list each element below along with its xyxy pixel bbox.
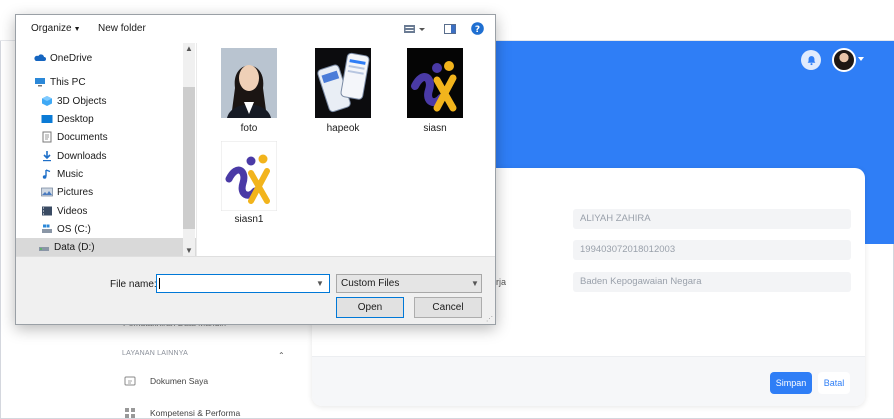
file-open-dialog: Organize ▼ New folder ? OneDrive This PC …	[15, 14, 496, 325]
user-avatar[interactable]	[832, 48, 856, 72]
file-type-chevron-icon[interactable]: ▼	[471, 279, 479, 288]
nav-label: Videos	[57, 205, 88, 217]
scroll-down-icon[interactable]: ▼	[185, 246, 193, 255]
nav-item-os-c[interactable]: OS (C:)	[16, 220, 196, 238]
file-name-label: foto	[240, 123, 258, 134]
sidebar-item-dokumen[interactable]: Dokumen Saya	[124, 375, 208, 387]
section-collapse-icon[interactable]: ⌃	[278, 351, 285, 360]
file-name-input[interactable]	[156, 274, 330, 293]
preview-pane-icon[interactable]	[444, 24, 456, 34]
unit-field-label: rja	[496, 277, 507, 287]
siasn-logo-thumbnail	[407, 48, 463, 118]
resize-grip-icon[interactable]: ⋰	[486, 315, 493, 323]
nav-label: Desktop	[57, 113, 94, 125]
nav-item-pictures[interactable]: Pictures	[16, 183, 196, 201]
siasn-logo-thumbnail	[221, 141, 277, 211]
open-button[interactable]: Open	[336, 297, 404, 318]
file-list-pane: foto hapeok siasn siasn1	[196, 43, 495, 256]
documents-icon	[42, 131, 52, 143]
folder-document-icon	[124, 376, 136, 386]
nav-item-3d-objects[interactable]: 3D Objects	[16, 92, 196, 110]
nav-item-data-d[interactable]: Data (D:)	[16, 238, 196, 256]
desktop-icon	[41, 115, 53, 123]
text-cursor	[159, 278, 160, 289]
file-name-label: hapeok	[326, 123, 360, 134]
notification-bell-icon[interactable]	[801, 50, 821, 70]
file-name-dropdown-icon[interactable]: ▼	[316, 279, 324, 288]
nav-item-videos[interactable]: Videos	[16, 202, 196, 220]
organize-menu-button[interactable]: Organize ▼	[31, 23, 81, 34]
onedrive-icon	[34, 54, 46, 61]
scroll-up-icon[interactable]: ▲	[185, 44, 193, 53]
nav-label: Music	[57, 168, 84, 180]
navigation-pane: OneDrive This PC 3D Objects Desktop Docu…	[16, 43, 196, 256]
nav-item-downloads[interactable]: Downloads	[16, 147, 196, 165]
nav-label: OS (C:)	[57, 223, 91, 235]
name-field[interactable]: ALIYAH ZAHIRA	[573, 209, 851, 229]
nav-scrollbar-thumb[interactable]	[183, 87, 195, 229]
nav-item-desktop[interactable]: Desktop	[16, 110, 196, 128]
sidebar-item-label: Kompetensi & Performa	[150, 408, 241, 418]
change-view-icon[interactable]	[404, 24, 426, 34]
drive-icon	[39, 247, 49, 251]
windows-drive-icon	[42, 224, 52, 233]
nav-label: OneDrive	[50, 52, 93, 64]
nav-label: Downloads	[57, 150, 107, 162]
organize-label: Organize	[31, 23, 72, 34]
cancel-form-button[interactable]: Batal	[818, 372, 850, 394]
nav-item-documents[interactable]: Documents	[16, 128, 196, 146]
music-icon	[42, 169, 51, 179]
nav-label: This PC	[50, 76, 86, 88]
pc-icon	[35, 78, 45, 87]
grid-icon	[125, 408, 135, 418]
help-icon[interactable]: ?	[471, 22, 484, 35]
pictures-icon	[41, 187, 53, 197]
nav-label: 3D Objects	[57, 95, 107, 107]
nav-label: Documents	[57, 131, 108, 143]
portrait-photo-thumbnail	[221, 48, 277, 118]
unit-field[interactable]: Baden Kepogawaian Negara	[573, 272, 851, 292]
dialog-command-bar: Organize ▼ New folder ?	[16, 15, 495, 43]
sidebar-section-title: LAYANAN LAINNYA	[122, 350, 189, 357]
avatar-chevron-down-icon[interactable]	[858, 57, 864, 61]
file-type-select[interactable]: Custom Files	[336, 274, 482, 293]
nav-label: Data (D:)	[54, 241, 95, 253]
cancel-button[interactable]: Cancel	[414, 297, 482, 318]
file-name-field-label: File name:	[110, 279, 157, 290]
file-name-label: siasn	[423, 123, 447, 134]
nav-item-music[interactable]: Music	[16, 165, 196, 183]
nav-item-onedrive[interactable]: OneDrive	[16, 49, 196, 67]
svg-text:?: ?	[475, 25, 480, 35]
sidebar-item-label: Dokumen Saya	[150, 376, 209, 386]
chevron-down-icon: ▼	[73, 26, 81, 33]
downloads-icon	[43, 151, 51, 162]
new-folder-button[interactable]: New folder	[98, 23, 146, 34]
save-button[interactable]: Simpan	[770, 372, 812, 394]
phones-image-thumbnail	[315, 48, 371, 118]
nav-item-this-pc[interactable]: This PC	[16, 73, 196, 91]
3d-objects-icon	[42, 96, 52, 106]
videos-icon	[42, 206, 52, 216]
sidebar-item-kompetensi[interactable]: Kompetensi & Performa	[124, 407, 240, 419]
file-name-label: siasn1	[234, 214, 264, 225]
nav-label: Pictures	[57, 186, 94, 198]
nip-field[interactable]: 199403072018012003	[573, 240, 851, 260]
